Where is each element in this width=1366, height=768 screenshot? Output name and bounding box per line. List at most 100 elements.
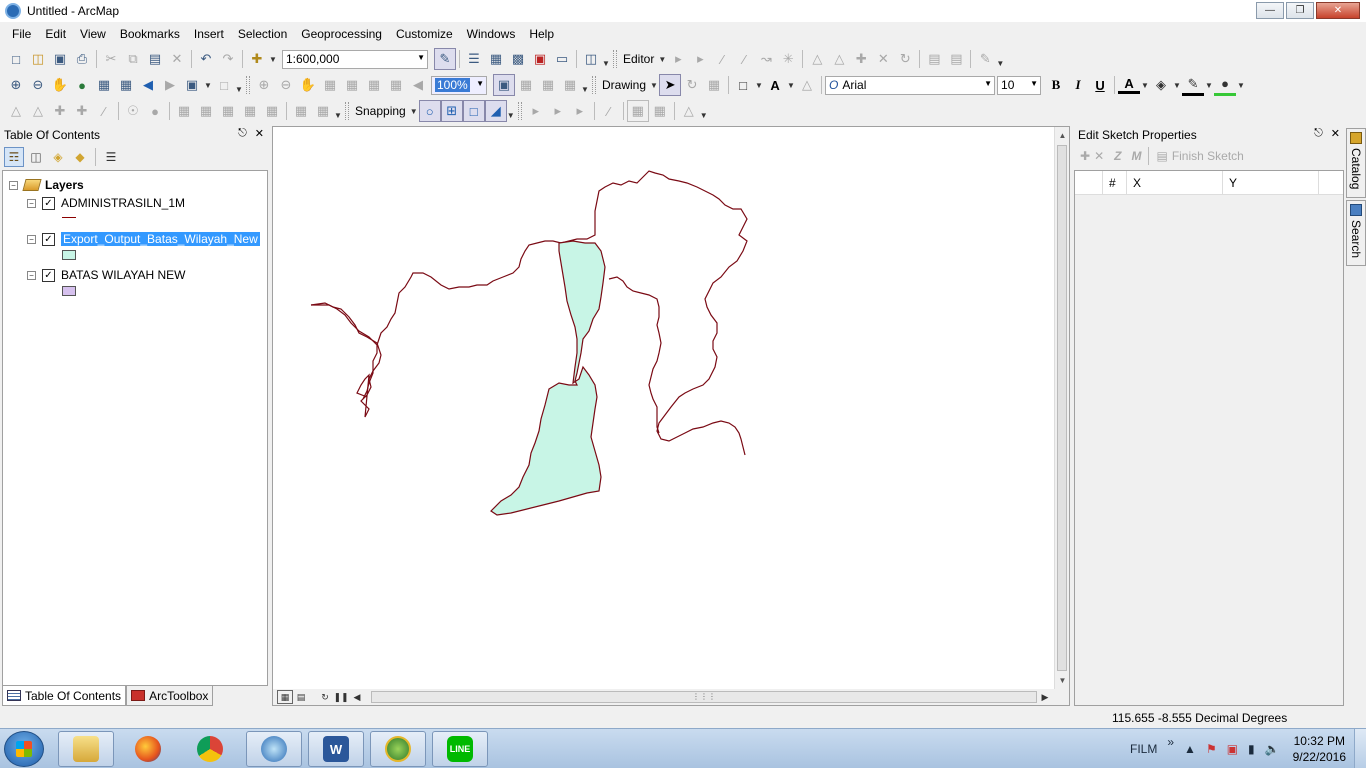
topology-move-icon[interactable]: ✚ [71,100,93,122]
topology-vertex-icon[interactable]: △ [27,100,49,122]
pin-icon[interactable]: ⎋ [1314,127,1323,140]
layer-row[interactable]: − ✓ BATAS WILAYAH NEW [27,267,185,283]
change-layout-icon[interactable]: ▦ [537,74,559,96]
network-signal-icon[interactable]: ▮ [1248,742,1255,756]
layer-name[interactable]: BATAS WILAYAH NEW [61,268,185,282]
menu-selection[interactable]: Selection [231,22,294,46]
security-icon[interactable]: ▣ [1227,742,1238,756]
fillet-icon[interactable]: ▸ [569,100,591,122]
arctoolbox-icon[interactable]: ▣ [529,48,551,70]
layer-row[interactable]: − ✓ Export_Output_Batas_Wilayah_New [27,231,260,247]
refresh-icon[interactable]: ↻ [317,690,333,704]
fill-color-icon[interactable]: ◈ [1150,74,1172,96]
menu-insert[interactable]: Insert [187,22,231,46]
finish-sketch-button[interactable]: Finish Sketch [1172,149,1244,163]
toc-options-icon[interactable]: ☰ [101,147,121,167]
zoom-to-selected-icon[interactable]: ▦ [703,74,725,96]
list-by-drawing-order-icon[interactable]: ☶ [4,147,24,167]
search-window-icon[interactable]: ▩ [507,48,529,70]
taskbar-explorer[interactable] [58,731,114,767]
tab-table-of-contents[interactable]: Table Of Contents [2,686,127,706]
snapping-dropdown-icon[interactable]: ▼ [409,100,419,122]
extend-icon[interactable]: ∕ [598,100,620,122]
scroll-down-icon[interactable]: ▼ [1055,673,1070,688]
layout-fixed-zoom-in-icon[interactable]: ▦ [363,74,385,96]
pause-drawing-icon[interactable]: ❚❚ [333,690,349,704]
print-icon[interactable]: ⎙ [71,48,93,70]
toolbar-grip[interactable] [613,50,617,68]
map-canvas[interactable] [273,127,1055,689]
clock[interactable]: 10:32 PM 9/22/2016 [1293,733,1346,765]
layers-root[interactable]: − Layers [9,177,84,193]
menu-geoprocessing[interactable]: Geoprocessing [294,22,389,46]
toolbar-options-icon[interactable]: ▼ [235,76,243,94]
select-features-icon[interactable]: ▣ [181,74,203,96]
menu-file[interactable]: File [5,22,38,46]
drawing-menu[interactable]: Drawing [599,78,649,92]
paste-icon[interactable]: ▤ [144,48,166,70]
z-values-button[interactable]: Z [1114,149,1121,163]
toolbar-options-icon[interactable]: ▼ [700,102,708,120]
generalize-icon[interactable]: ▦ [626,100,649,122]
editor-dropdown-icon[interactable]: ▼ [657,48,667,70]
menu-bookmarks[interactable]: Bookmarks [113,22,187,46]
collapse-icon[interactable]: − [27,270,36,280]
model-builder-icon[interactable]: ◫ [580,48,602,70]
straight-segment-icon[interactable]: ∕ [711,48,733,70]
cut-icon[interactable]: ✂ [100,48,122,70]
tray-overflow-icon[interactable]: » [1167,735,1174,749]
font-color-dropdown-icon[interactable]: ▼ [1140,74,1150,96]
add-data-dropdown-icon[interactable]: ▼ [268,48,278,70]
column-header-index[interactable]: # [1103,170,1127,195]
full-extent-globe-icon[interactable]: ● [71,74,93,96]
fill-color-dropdown-icon[interactable]: ▼ [1172,74,1182,96]
cut-polygon-icon[interactable]: ✚ [850,48,872,70]
edit-annotation-icon[interactable]: ▸ [689,48,711,70]
list-by-selection-icon[interactable]: ◆ [70,147,90,167]
edit-vertices-drawing-icon[interactable]: △ [796,74,818,96]
pin-icon[interactable]: ⎋ [238,127,247,140]
toolbar-options-icon[interactable]: ▼ [334,102,342,120]
create-features-icon[interactable]: ✎ [974,48,996,70]
trace-icon[interactable]: ↝ [755,48,777,70]
start-button[interactable] [4,731,44,767]
toolbar-options-icon[interactable]: ▼ [507,102,515,120]
focus-data-frame-icon[interactable]: ▦ [515,74,537,96]
menu-help[interactable]: Help [522,22,561,46]
data-driven-pages-icon[interactable]: ▦ [559,74,581,96]
add-data-icon[interactable]: ✚ [246,48,268,70]
vertical-scroll-thumb[interactable] [1057,145,1067,671]
select-dropdown-icon[interactable]: ▼ [203,74,213,96]
minimize-button[interactable]: — [1256,2,1284,19]
taskbar-word[interactable]: W [308,731,364,767]
menu-view[interactable]: View [73,22,113,46]
menu-windows[interactable]: Windows [460,22,523,46]
scroll-right-icon[interactable]: ▶ [1037,690,1053,704]
topology-snap-icon[interactable]: ✚ [49,100,71,122]
layer-symbol-fill[interactable] [62,250,76,260]
taskbar-chrome[interactable] [182,731,238,767]
construct-features-icon[interactable]: ▦ [290,100,312,122]
split-icon[interactable]: ✕ [872,48,894,70]
tab-search[interactable]: Search [1346,200,1366,266]
edit-tool-icon[interactable]: ▸ [667,48,689,70]
error-inspector-icon[interactable]: ● [144,100,166,122]
close-icon[interactable]: ✕ [1331,127,1340,140]
toolbar-options-icon[interactable]: ▼ [996,50,1004,68]
scroll-left-icon[interactable]: ◀ [349,690,365,704]
bold-button[interactable]: B [1045,77,1067,93]
column-header-y[interactable]: Y [1223,170,1319,195]
select-elements-icon[interactable]: ➤ [659,74,682,96]
layout-pan-icon[interactable]: ✋ [297,74,319,96]
layout-zoom-combo[interactable]: 100% ▼ [431,75,487,95]
align-edge-icon[interactable]: ▦ [217,100,239,122]
new-document-icon[interactable]: □ [5,48,27,70]
taskbar-arcgis-globe[interactable] [370,731,426,767]
shared-features-icon[interactable]: ▦ [239,100,261,122]
catalog-window-icon[interactable]: ▦ [485,48,507,70]
toolbar-grip[interactable] [246,76,250,94]
copy-icon[interactable]: ⧉ [122,48,144,70]
administrasi-boundary-line[interactable] [608,276,662,434]
rotate-element-icon[interactable]: ↻ [681,74,703,96]
point-icon[interactable]: ✳ [777,48,799,70]
